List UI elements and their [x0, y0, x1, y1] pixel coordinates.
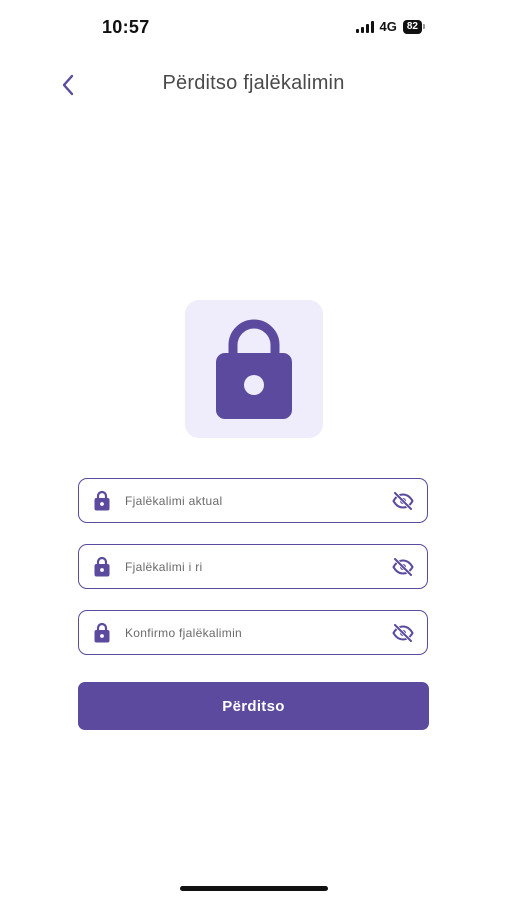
battery-level: 82: [402, 19, 422, 34]
lock-icon: [93, 622, 111, 644]
toggle-visibility-button[interactable]: [391, 555, 415, 579]
status-time: 10:57: [102, 17, 150, 37]
home-indicator[interactable]: [180, 886, 328, 891]
current-password-field[interactable]: [78, 478, 428, 523]
lock-icon: [93, 556, 111, 578]
page-title: Përditso fjalëkalimin: [162, 72, 345, 94]
confirm-password-input[interactable]: [125, 611, 391, 654]
new-password-input[interactable]: [125, 545, 391, 588]
lock-icon: [93, 490, 111, 512]
toggle-visibility-button[interactable]: [391, 621, 415, 645]
eye-off-icon: [392, 623, 414, 642]
confirm-password-field[interactable]: [78, 610, 428, 655]
eye-off-icon: [392, 491, 414, 510]
current-password-input[interactable]: [125, 479, 391, 522]
new-password-field[interactable]: [78, 544, 428, 589]
toggle-visibility-button[interactable]: [391, 489, 415, 513]
status-indicators: 4G 82: [355, 19, 425, 34]
network-label: 4G: [379, 19, 397, 34]
lock-icon: [216, 319, 292, 419]
eye-off-icon: [392, 557, 414, 576]
update-button[interactable]: Përditso: [78, 682, 429, 730]
battery-icon: 82: [402, 19, 425, 34]
update-password-screen: 10:57 4G 82 Përditso fjalëkalimin Përdit…: [0, 0, 507, 900]
signal-icon: [355, 20, 374, 33]
lock-illustration: [185, 300, 323, 438]
